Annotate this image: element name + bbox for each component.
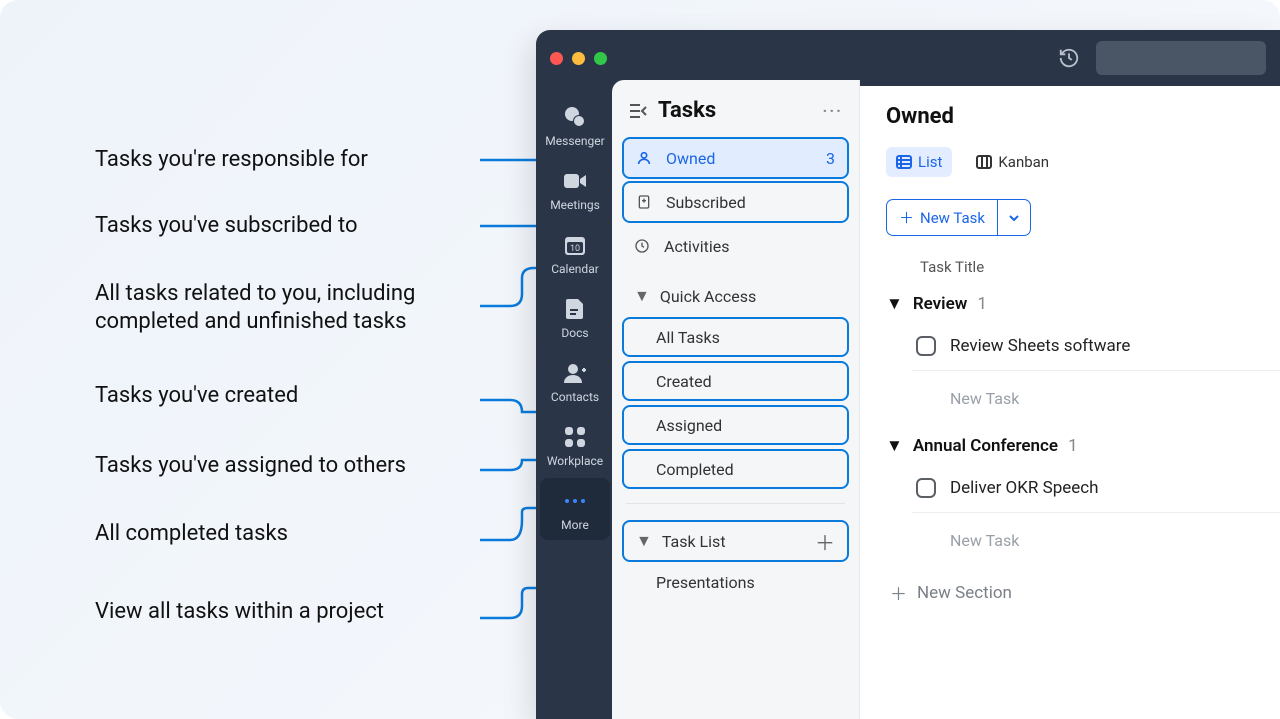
- callout-created: Tasks you've created: [95, 382, 515, 410]
- callout-activities: All tasks related to you, including comp…: [95, 280, 515, 336]
- nav-contacts[interactable]: Contacts: [540, 350, 610, 412]
- sidebar-item-activities[interactable]: Activities: [622, 225, 849, 267]
- sidebar-item-all-tasks[interactable]: All Tasks: [622, 317, 849, 357]
- task-title: Deliver OKR Speech: [950, 478, 1099, 498]
- column-header-title: Task Title: [886, 258, 1280, 276]
- nav-calendar[interactable]: 10 Calendar: [540, 222, 610, 284]
- panel-title: Tasks: [658, 98, 823, 123]
- tasks-sidebar: Tasks ··· Owned 3 Subscribed: [612, 80, 860, 719]
- task-title: Review Sheets software: [950, 336, 1130, 356]
- bookmark-icon: [636, 194, 654, 210]
- section-task-list[interactable]: ▼ Task List ＋: [622, 520, 849, 562]
- clock-icon: [634, 238, 652, 254]
- add-task-list-button[interactable]: ＋: [815, 527, 835, 556]
- caret-down-icon: ▼: [634, 286, 650, 306]
- nav-meetings[interactable]: Meetings: [540, 158, 610, 220]
- contacts-icon: [562, 360, 588, 386]
- nav-messenger[interactable]: Messenger: [540, 94, 610, 156]
- messenger-icon: [562, 104, 588, 130]
- callout-subscribed: Tasks you've subscribed to: [95, 212, 515, 240]
- apps-icon: [562, 424, 588, 450]
- callout-owned: Tasks you're responsible for: [95, 146, 515, 174]
- task-row[interactable]: Review Sheets software: [886, 326, 1280, 366]
- list-icon: [896, 155, 912, 169]
- view-tab-kanban[interactable]: Kanban: [966, 147, 1059, 177]
- more-icon: [562, 488, 588, 514]
- nav-more[interactable]: More: [540, 478, 610, 540]
- sidebar-item-assigned[interactable]: Assigned: [622, 405, 849, 445]
- callout-completed: All completed tasks: [95, 520, 515, 548]
- window-controls[interactable]: [550, 52, 607, 65]
- callout-tasklist: View all tasks within a project: [95, 598, 515, 626]
- plus-icon: ＋: [890, 580, 907, 605]
- svg-text:10: 10: [570, 244, 580, 254]
- sidebar-item-presentations[interactable]: Presentations: [622, 562, 849, 602]
- video-icon: [562, 168, 588, 194]
- new-task-button[interactable]: ＋ New Task: [886, 199, 1031, 236]
- task-group-conference[interactable]: ▼ Annual Conference 1: [886, 436, 1280, 456]
- panel-menu-icon[interactable]: ···: [823, 101, 843, 120]
- sidebar-item-owned[interactable]: Owned 3: [622, 137, 849, 179]
- task-checkbox[interactable]: [916, 478, 936, 498]
- add-task-inline[interactable]: New Task: [886, 375, 1280, 422]
- calendar-icon: 10: [562, 232, 588, 258]
- nav-docs[interactable]: Docs: [540, 286, 610, 348]
- caret-down-icon: ▼: [636, 531, 652, 551]
- search-input[interactable]: [1096, 41, 1266, 75]
- user-icon: [636, 150, 654, 166]
- sidebar-item-completed[interactable]: Completed: [622, 449, 849, 489]
- nav-workplace[interactable]: Workplace: [540, 414, 610, 476]
- view-tab-list[interactable]: List: [886, 147, 952, 177]
- page-title: Owned: [886, 104, 1280, 129]
- plus-icon: ＋: [899, 207, 914, 228]
- maximize-window-button[interactable]: [594, 52, 607, 65]
- history-icon[interactable]: [1052, 41, 1086, 75]
- minimize-window-button[interactable]: [572, 52, 585, 65]
- task-checkbox[interactable]: [916, 336, 936, 356]
- window-titlebar: [536, 30, 1280, 86]
- caret-down-icon: ▼: [886, 294, 903, 314]
- docs-icon: [562, 296, 588, 322]
- kanban-icon: [976, 155, 992, 169]
- new-section-button[interactable]: ＋ New Section: [886, 564, 1280, 605]
- main-content: Owned List Kanban ＋: [860, 86, 1280, 719]
- task-group-review[interactable]: ▼ Review 1: [886, 294, 1280, 314]
- close-window-button[interactable]: [550, 52, 563, 65]
- nav-rail: Messenger Meetings 10 Calendar Docs: [536, 86, 614, 719]
- sidebar-item-created[interactable]: Created: [622, 361, 849, 401]
- app-window: Messenger Meetings 10 Calendar Docs: [536, 30, 1280, 719]
- owned-count: 3: [826, 149, 835, 168]
- add-task-inline[interactable]: New Task: [886, 517, 1280, 564]
- sidebar-item-subscribed[interactable]: Subscribed: [622, 181, 849, 223]
- section-quick-access[interactable]: ▼ Quick Access: [622, 275, 849, 317]
- caret-down-icon: ▼: [886, 436, 903, 456]
- new-task-dropdown[interactable]: [998, 200, 1030, 235]
- task-row[interactable]: Deliver OKR Speech: [886, 468, 1280, 508]
- panel-collapse-icon[interactable]: [628, 102, 648, 120]
- callout-assigned: Tasks you've assigned to others: [95, 452, 515, 480]
